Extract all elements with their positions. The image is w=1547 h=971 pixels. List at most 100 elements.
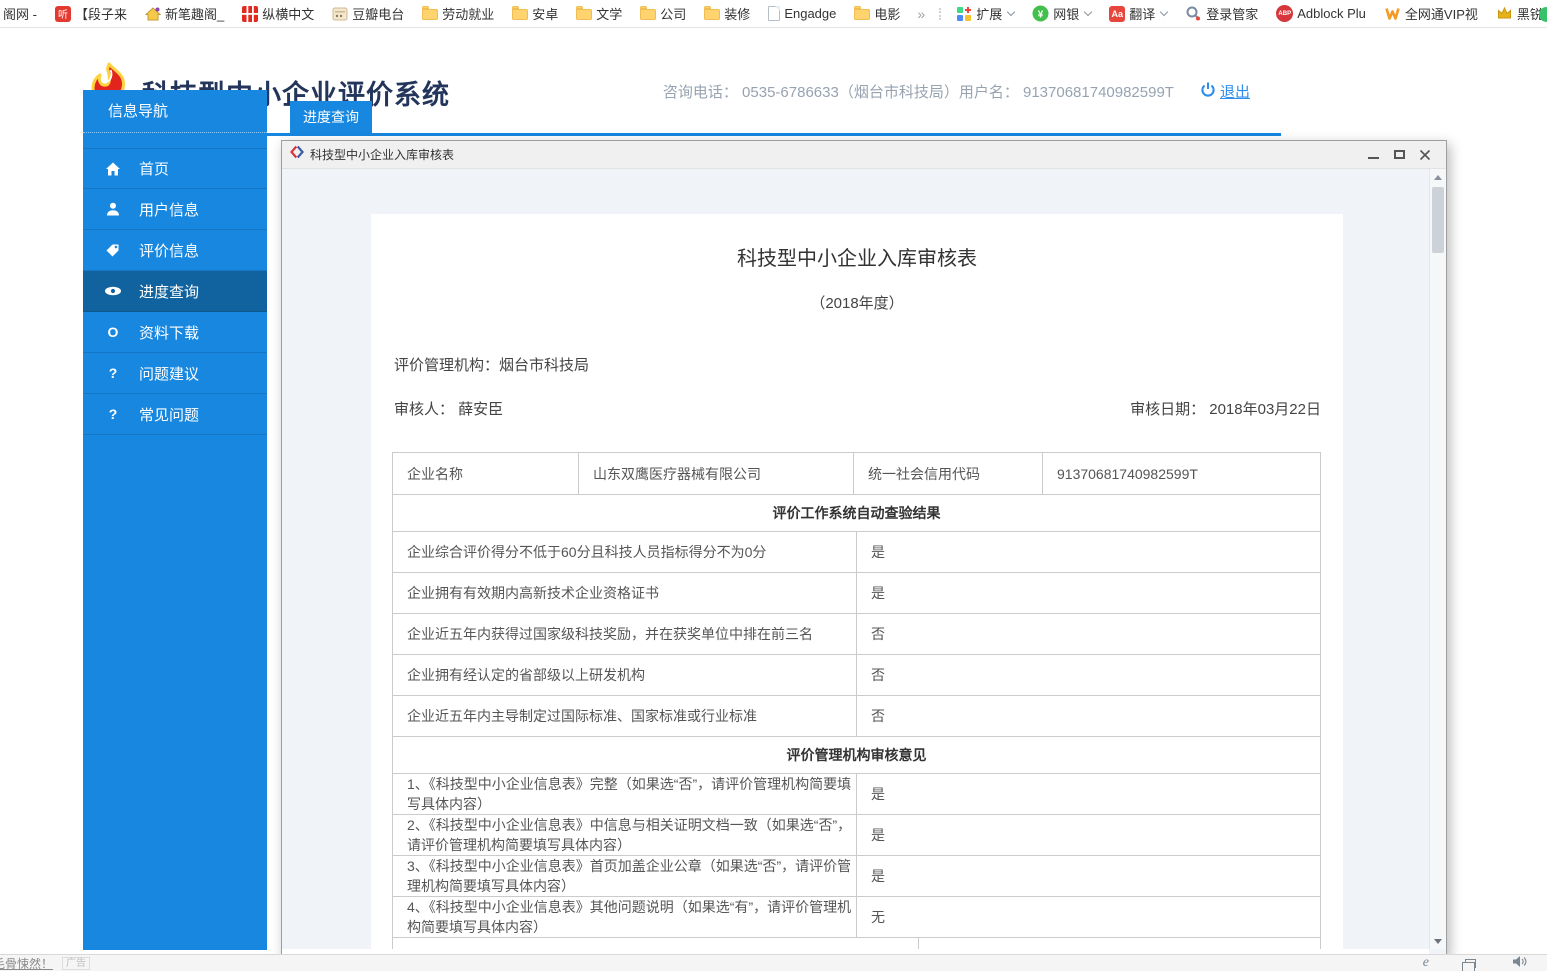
scrollbar-thumb[interactable] bbox=[1432, 187, 1444, 253]
check-question: 企业拥有经认定的省部级以上研发机构 bbox=[393, 655, 857, 696]
check-question: 企业综合评价得分不低于60分且科技人员指标得分不为0分 bbox=[393, 532, 857, 573]
heirui-vip-button[interactable]: 黑锐VIP视频 bbox=[1487, 0, 1547, 28]
company-name-label: 企业名称 bbox=[393, 453, 579, 495]
page: 阁网 - 听【段子来 新笔趣阁_ 纵横中文 豆瓣电台 劳动就业 安卓 文学 公司… bbox=[0, 0, 1547, 971]
vip-video-button[interactable]: 全网通VIP视 bbox=[1375, 0, 1487, 28]
magnifier-icon bbox=[1185, 5, 1202, 22]
vertical-scrollbar[interactable] bbox=[1429, 169, 1446, 949]
check-answer: 是 bbox=[857, 573, 1321, 614]
window-logo-icon bbox=[290, 145, 304, 164]
speaker-icon[interactable] bbox=[1512, 955, 1527, 971]
sidebar-item-downloads[interactable]: O 资料下载 bbox=[83, 312, 267, 353]
sidebar-menu: 首页 用户信息 评价信息 进度查询 O 资料下载 ? 问题建议 bbox=[83, 133, 267, 435]
abp-badge-icon: ABP bbox=[1276, 5, 1293, 22]
bookmark-label: 劳动就业 bbox=[442, 4, 494, 23]
table-row: 企业综合评价得分不低于60分且科技人员指标得分不为0分是 bbox=[393, 532, 1321, 573]
folder-icon bbox=[422, 9, 438, 20]
sidebar-item-label: 首页 bbox=[139, 158, 169, 179]
eye-icon bbox=[104, 283, 122, 299]
bookmark-item[interactable]: Engadge bbox=[759, 0, 845, 28]
credit-code-label: 统一社会信用代码 bbox=[854, 453, 1043, 495]
bookmark-item[interactable]: 阁网 - bbox=[0, 0, 46, 28]
opinion-answer: 是 bbox=[857, 815, 1321, 856]
chevron-down-icon bbox=[1007, 8, 1015, 16]
grid-logo-icon bbox=[242, 6, 258, 22]
scroll-up-button[interactable] bbox=[1430, 169, 1446, 185]
sidebar-item-suggestions[interactable]: ? 问题建议 bbox=[83, 353, 267, 394]
opinion-question: 3、《科技型中小企业信息表》首页加盖企业公章（如果选“否”，请评价管理机构简要填… bbox=[393, 856, 857, 897]
bookmarks-right: 扩展 ¥网银 Aa翻译 登录管家 ABPAdblock Plu 全网通VIP视 … bbox=[933, 0, 1547, 28]
scroll-down-button[interactable] bbox=[1430, 933, 1446, 949]
sidebar-item-home[interactable]: 首页 bbox=[83, 148, 267, 189]
bookmark-item[interactable]: 安卓 bbox=[503, 0, 567, 28]
tab-progress-query[interactable]: 进度查询 bbox=[290, 101, 372, 133]
extensions-blocks-icon bbox=[956, 6, 972, 22]
table-row: 企业拥有经认定的省部级以上研发机构否 bbox=[393, 655, 1321, 696]
chevron-down-icon bbox=[1084, 8, 1092, 16]
sidebar-item-faq[interactable]: ? 常见问题 bbox=[83, 394, 267, 435]
opinion-answer: 是 bbox=[857, 856, 1321, 897]
extensions-button[interactable]: 扩展 bbox=[947, 0, 1023, 28]
minimize-button[interactable] bbox=[1360, 145, 1386, 165]
check-answer: 否 bbox=[857, 696, 1321, 737]
auditor-name: 审核人： 薛安臣 bbox=[394, 398, 503, 419]
download-o-icon: O bbox=[104, 324, 122, 340]
opinion-question: 1、《科技型中小企业信息表》完整（如果选“否”，请评价管理机构简要填写具体内容） bbox=[393, 774, 857, 815]
translate-button[interactable]: Aa翻译 bbox=[1100, 0, 1176, 28]
translate-label: 翻译 bbox=[1129, 4, 1155, 23]
bookmark-item[interactable]: 电影 bbox=[845, 0, 909, 28]
bookmark-label: 安卓 bbox=[532, 4, 558, 23]
bookmark-item[interactable]: 豆瓣电台 bbox=[323, 0, 413, 28]
svg-text:¥: ¥ bbox=[1038, 10, 1044, 21]
close-button[interactable] bbox=[1412, 145, 1438, 165]
form-year: （2018年度） bbox=[371, 292, 1343, 313]
bookmark-item[interactable]: 公司 bbox=[631, 0, 695, 28]
flame-w-icon bbox=[1384, 5, 1401, 22]
folder-icon bbox=[640, 9, 656, 20]
adblock-label: Adblock Plu bbox=[1297, 6, 1366, 21]
ie-mode-icon[interactable]: e bbox=[1423, 955, 1429, 971]
triangle-down-icon bbox=[1434, 939, 1442, 944]
radio-icon bbox=[332, 6, 348, 22]
bookmark-label: 纵横中文 bbox=[262, 4, 314, 23]
sidebar-item-evaluation-info[interactable]: 评价信息 bbox=[83, 230, 267, 271]
sidebar-item-user-info[interactable]: 用户信息 bbox=[83, 189, 267, 230]
table-row: 企业名称 山东双鹰医疗器械有限公司 统一社会信用代码 9137068174098… bbox=[393, 453, 1321, 495]
ebank-shield-icon: ¥ bbox=[1032, 5, 1049, 22]
folder-icon bbox=[854, 9, 870, 20]
window-body: 科技型中小企业入库审核表 （2018年度） 评价管理机构：烟台市科技局 审核人：… bbox=[282, 169, 1446, 957]
partial-extension-icon[interactable] bbox=[1539, 7, 1547, 22]
window-title: 科技型中小企业入库审核表 bbox=[310, 146, 454, 163]
adblock-button[interactable]: ABP Adblock Plu bbox=[1267, 0, 1375, 28]
bookmark-label: 公司 bbox=[660, 4, 686, 23]
window-titlebar[interactable]: 科技型中小企业入库审核表 bbox=[282, 141, 1446, 169]
check-question: 企业拥有有效期内高新技术企业资格证书 bbox=[393, 573, 857, 614]
status-bar-icons: e bbox=[1423, 955, 1527, 971]
bookmark-item[interactable]: 新笔趣阁_ bbox=[136, 0, 233, 28]
check-question: 企业近五年内主导制定过国际标准、国家标准或行业标准 bbox=[393, 696, 857, 737]
sidebar: 信息导航 首页 用户信息 评价信息 进度查询 O 资料下载 bbox=[83, 90, 267, 950]
bookmark-item[interactable]: 文学 bbox=[567, 0, 631, 28]
check-question: 企业近五年内获得过国家级科技奖励，并在获奖单位中排在前三名 bbox=[393, 614, 857, 655]
maximize-icon bbox=[1394, 150, 1405, 159]
triangle-up-icon bbox=[1434, 175, 1442, 180]
sidebar-item-label: 资料下载 bbox=[139, 322, 199, 343]
maximize-button[interactable] bbox=[1386, 145, 1412, 165]
bookmarks-overflow-chevron[interactable]: » bbox=[909, 6, 933, 22]
bookmark-item[interactable]: 劳动就业 bbox=[413, 0, 503, 28]
bookmark-item[interactable]: 纵横中文 bbox=[233, 0, 323, 28]
login-manager-button[interactable]: 登录管家 bbox=[1176, 0, 1267, 28]
ebank-button[interactable]: ¥网银 bbox=[1023, 0, 1100, 28]
sidebar-item-progress-query[interactable]: 进度查询 bbox=[83, 271, 267, 312]
question-icon: ? bbox=[104, 406, 122, 422]
restore-window-icon[interactable] bbox=[1465, 959, 1476, 968]
bookmark-label: Engadge bbox=[784, 6, 836, 21]
folder-icon bbox=[512, 9, 528, 20]
table-row: 企业拥有有效期内高新技术企业资格证书是 bbox=[393, 573, 1321, 614]
bookmark-item[interactable]: 听【段子来 bbox=[46, 0, 136, 28]
company-info-table: 企业名称 山东双鹰医疗器械有限公司 统一社会信用代码 9137068174098… bbox=[392, 452, 1321, 495]
section-title: 评价管理机构审核意见 bbox=[393, 737, 1321, 774]
translate-aa-icon: Aa bbox=[1109, 6, 1125, 22]
status-ad-link[interactable]: 毛骨悚然！ bbox=[0, 955, 53, 971]
bookmark-item[interactable]: 装修 bbox=[695, 0, 759, 28]
